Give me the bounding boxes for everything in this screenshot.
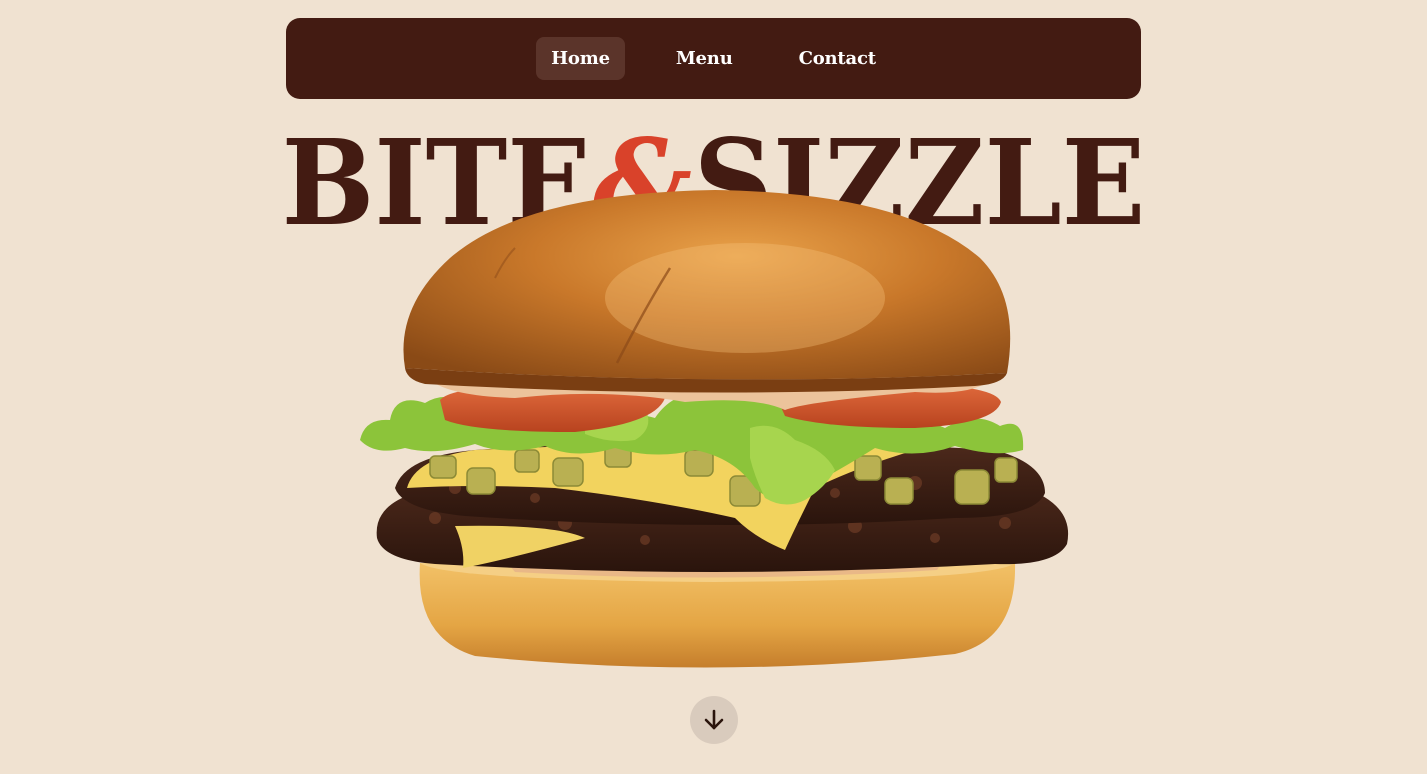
- nav-item-menu[interactable]: Menu: [661, 37, 748, 80]
- top-nav: Home Menu Contact: [286, 18, 1141, 99]
- scroll-down-button[interactable]: [690, 696, 738, 744]
- nav-item-home[interactable]: Home: [536, 37, 625, 80]
- nav-item-contact[interactable]: Contact: [784, 37, 891, 80]
- arrow-down-icon: [704, 709, 724, 730]
- page: Home Menu Contact BITE & SIZZLE: [0, 0, 1427, 774]
- burger-image: [360, 190, 1069, 668]
